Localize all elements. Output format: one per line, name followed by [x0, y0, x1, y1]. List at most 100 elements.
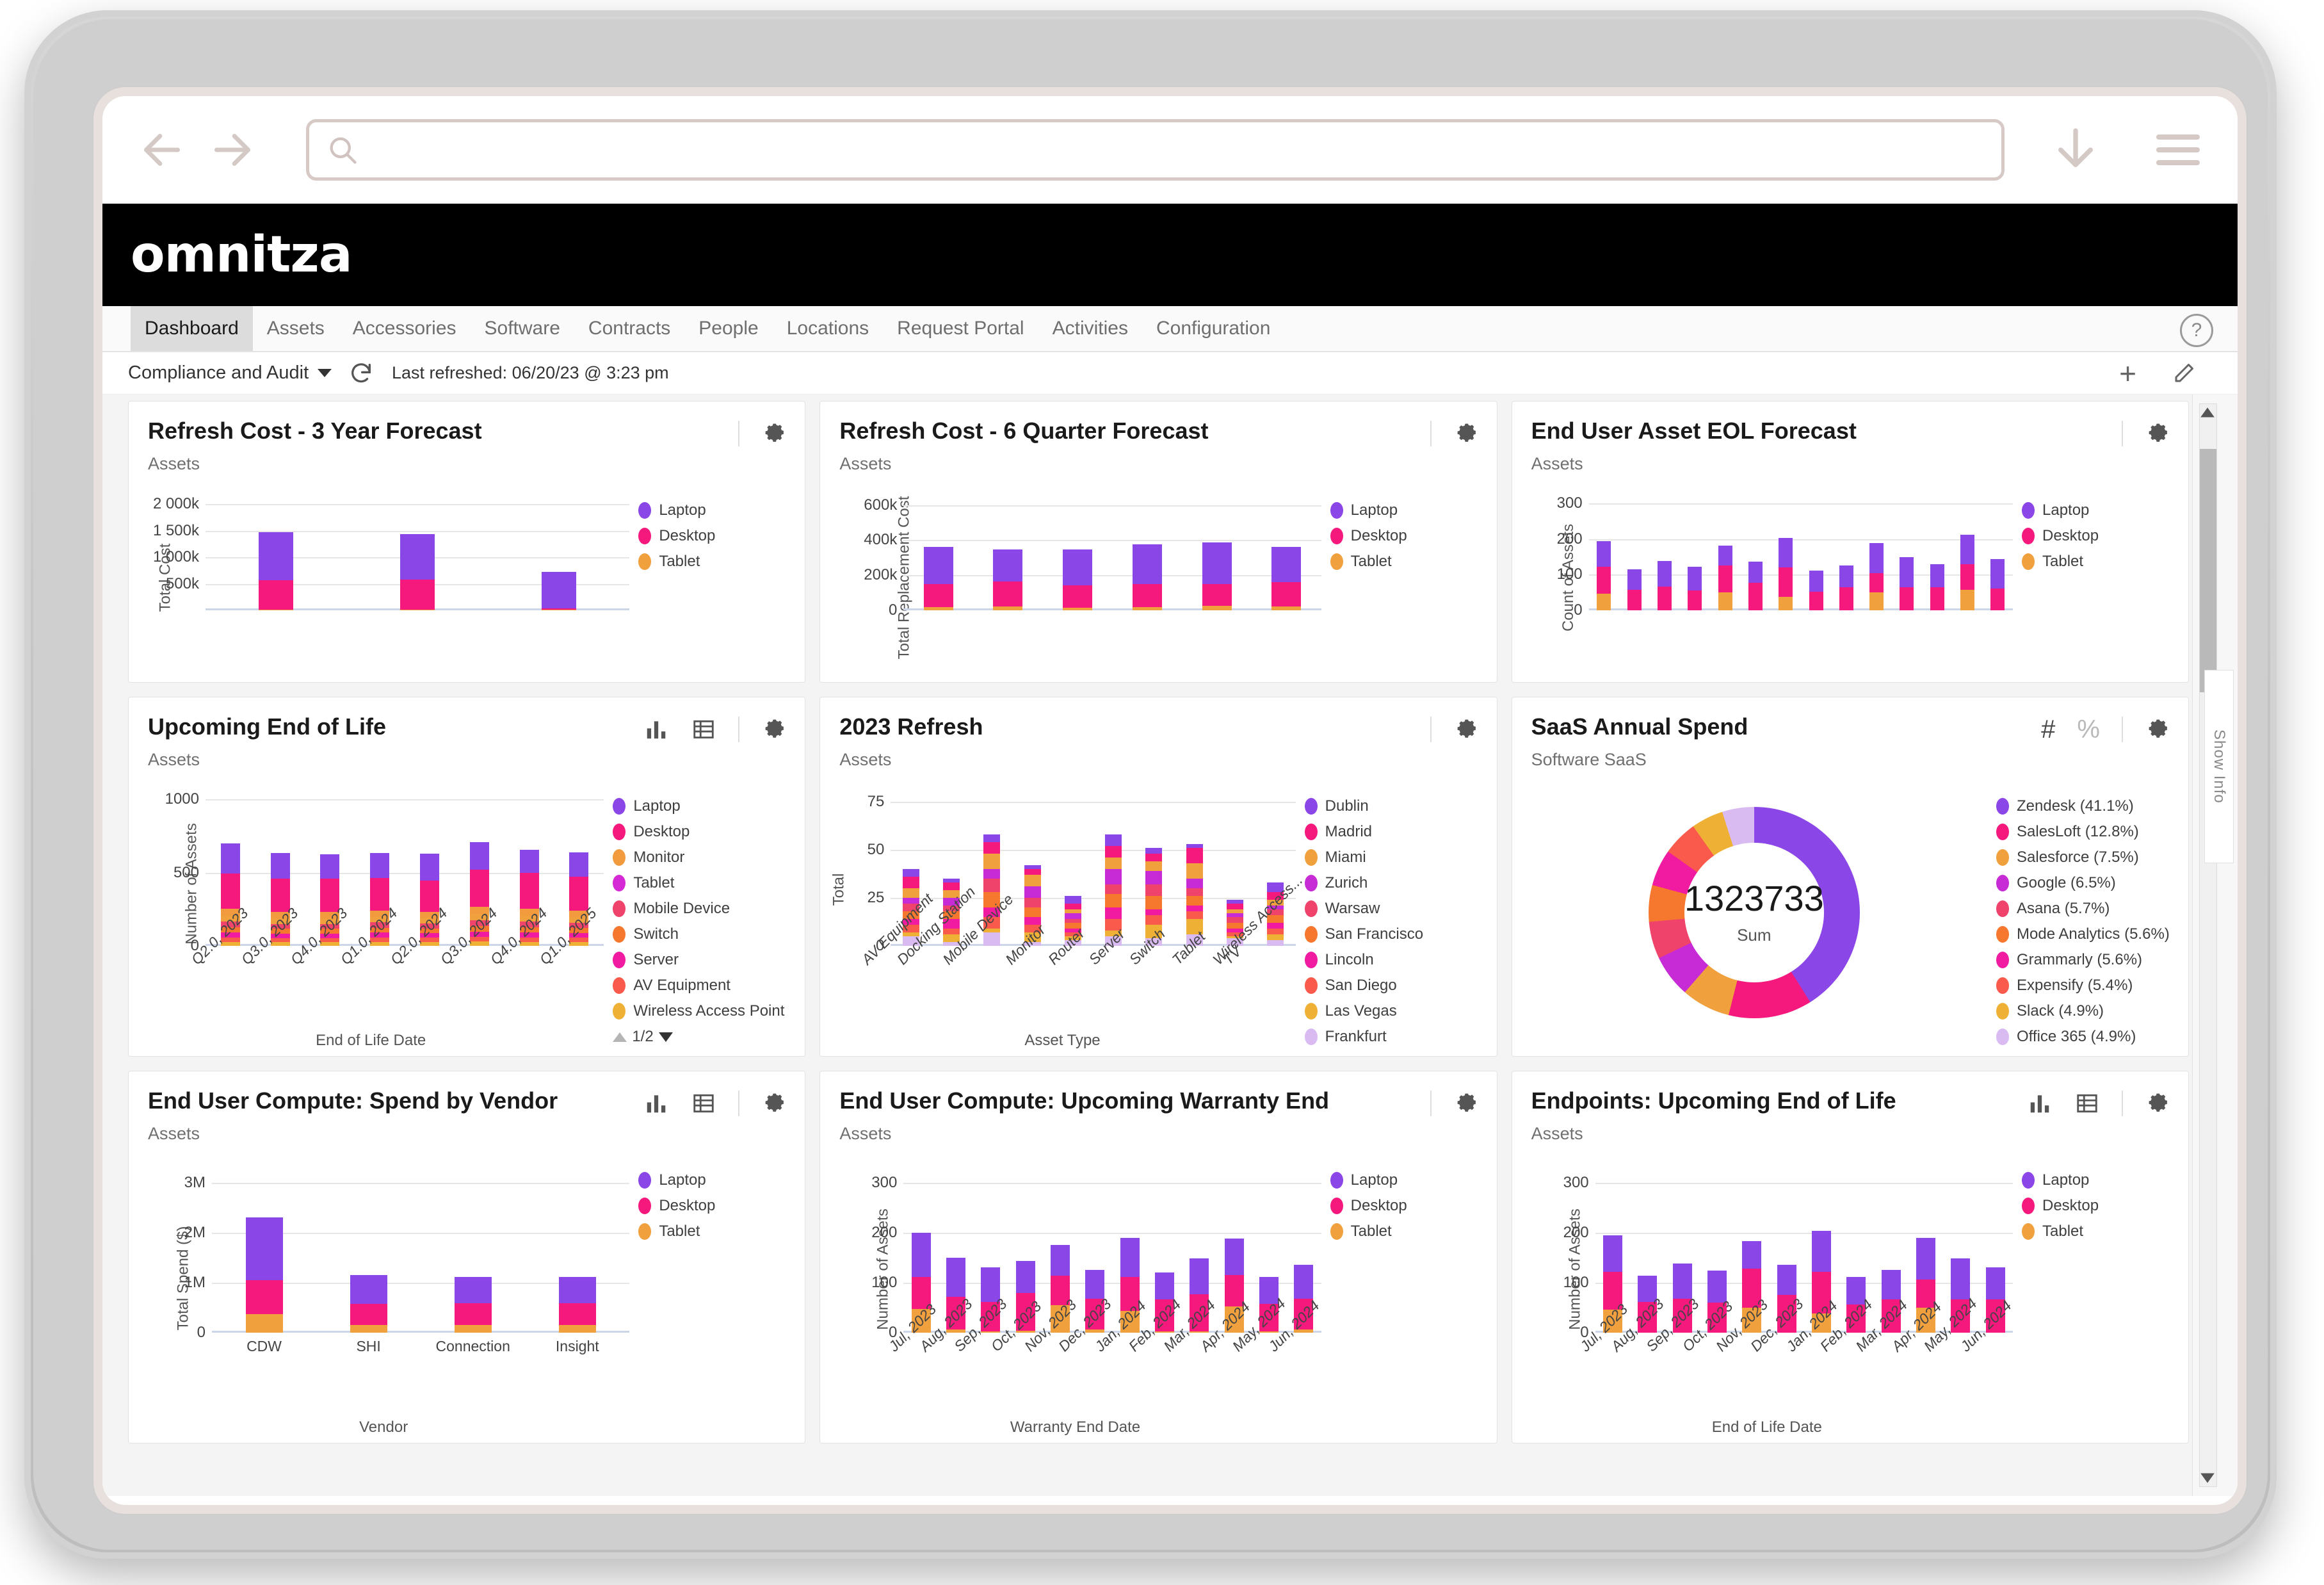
legend-item[interactable]: Madrid	[1304, 823, 1497, 841]
stacked-bar[interactable]	[1202, 542, 1232, 610]
legend-item[interactable]: Desktop	[2022, 1197, 2188, 1215]
stacked-bar[interactable]	[245, 1217, 283, 1333]
legend-item[interactable]: Frankfurt	[1304, 1028, 1497, 1046]
omnitza-logo[interactable]: omnitza	[131, 230, 352, 280]
address-bar[interactable]	[306, 119, 2005, 181]
bar-chart-icon[interactable]	[2027, 1091, 2053, 1116]
stacked-bar[interactable]	[1597, 541, 1611, 610]
legend-item[interactable]: Warsaw	[1304, 900, 1497, 918]
scroll-up-arrow-icon[interactable]	[2199, 405, 2216, 421]
legend-item[interactable]: Laptop	[2022, 1171, 2188, 1189]
legend-item[interactable]: Miami	[1304, 849, 1497, 866]
dashboard-scrollbar-rail[interactable]: Show Info	[2192, 394, 2238, 1496]
download-arrow-icon[interactable]	[2040, 115, 2111, 185]
legend-item[interactable]: Desktop	[1330, 1197, 1497, 1215]
stacked-bar[interactable]	[1627, 569, 1642, 610]
gear-icon[interactable]	[1430, 421, 1478, 446]
legend-item[interactable]: Desktop	[1330, 527, 1497, 545]
tab-dashboard[interactable]: Dashboard	[131, 306, 253, 351]
legend-item[interactable]: Lincoln	[1304, 951, 1497, 969]
tab-software[interactable]: Software	[471, 306, 574, 351]
stacked-bar[interactable]	[1900, 557, 1914, 610]
gear-icon[interactable]	[738, 421, 786, 446]
legend-item[interactable]: Expensify (5.4%)	[1996, 977, 2188, 995]
legend-item[interactable]: Zurich	[1304, 874, 1497, 892]
legend-item[interactable]: Google (6.5%)	[1996, 874, 2188, 892]
gear-icon[interactable]	[738, 717, 786, 742]
table-icon[interactable]	[691, 717, 716, 742]
tab-activities[interactable]: Activities	[1038, 306, 1142, 351]
percent-icon[interactable]: %	[2077, 717, 2100, 742]
pencil-icon[interactable]	[2172, 362, 2195, 385]
tab-contracts[interactable]: Contracts	[574, 306, 684, 351]
gear-icon[interactable]	[1430, 717, 1478, 742]
bar-chart-icon[interactable]	[643, 1091, 669, 1116]
legend-item[interactable]: Mobile Device	[613, 900, 805, 918]
tab-request-portal[interactable]: Request Portal	[883, 306, 1038, 351]
legend-item[interactable]: Laptop	[638, 501, 805, 519]
refresh-icon[interactable]	[348, 361, 374, 386]
legend-item[interactable]: Desktop	[2022, 527, 2188, 545]
legend-item[interactable]: Wireless Access Point	[613, 1002, 805, 1020]
forward-arrow-icon[interactable]	[197, 115, 268, 185]
legend-item[interactable]: Monitor	[613, 849, 805, 866]
legend-item[interactable]: Desktop	[613, 823, 805, 841]
gear-icon[interactable]	[2122, 717, 2169, 742]
legend-item[interactable]: San Diego	[1304, 977, 1497, 995]
legend-pager[interactable]: 1/2	[613, 1028, 805, 1046]
legend-item[interactable]: Dublin	[1304, 797, 1497, 815]
stacked-bar[interactable]	[1960, 535, 1975, 610]
tab-assets[interactable]: Assets	[253, 306, 339, 351]
legend-item[interactable]: Salesforce (7.5%)	[1996, 849, 2188, 866]
stacked-bar[interactable]	[1779, 537, 1793, 610]
table-icon[interactable]	[691, 1091, 716, 1116]
tab-people[interactable]: People	[684, 306, 772, 351]
stacked-bar[interactable]	[541, 572, 576, 610]
legend-item[interactable]: Tablet	[1330, 1223, 1497, 1240]
legend-item[interactable]: Server	[613, 951, 805, 969]
scroll-down-arrow-icon[interactable]	[2199, 1469, 2216, 1486]
legend-item[interactable]: Zendesk (41.1%)	[1996, 797, 2188, 815]
stacked-bar[interactable]	[1839, 565, 1853, 610]
legend-item[interactable]: Grammarly (5.6%)	[1996, 951, 2188, 969]
scrollbar-track[interactable]	[2199, 403, 2217, 1487]
legend-item[interactable]: San Francisco	[1304, 925, 1497, 943]
gear-icon[interactable]	[2122, 421, 2169, 446]
stacked-bar[interactable]	[1063, 549, 1093, 610]
stacked-bar[interactable]	[1718, 546, 1732, 610]
legend-item[interactable]: Desktop	[638, 1197, 805, 1215]
legend-item[interactable]: Tablet	[2022, 1223, 2188, 1240]
legend-item[interactable]: Laptop	[2022, 501, 2188, 519]
legend-item[interactable]: Desktop	[638, 527, 805, 545]
legend-item[interactable]: Tablet	[638, 1223, 805, 1240]
show-info-tab[interactable]: Show Info	[2204, 670, 2234, 863]
stacked-bar[interactable]	[1748, 562, 1763, 610]
tab-configuration[interactable]: Configuration	[1142, 306, 1284, 351]
legend-item[interactable]: Mode Analytics (5.6%)	[1996, 925, 2188, 943]
back-arrow-icon[interactable]	[127, 115, 197, 185]
tab-accessories[interactable]: Accessories	[339, 306, 471, 351]
stacked-bar[interactable]	[923, 546, 953, 610]
stacked-bar[interactable]	[259, 532, 294, 610]
legend-item[interactable]: Tablet	[613, 874, 805, 892]
tab-locations[interactable]: Locations	[773, 306, 883, 351]
hash-icon[interactable]: #	[2041, 717, 2055, 742]
legend-item[interactable]: Tablet	[638, 553, 805, 571]
scrollbar-thumb[interactable]	[2200, 449, 2216, 692]
dashboard-selector[interactable]: Compliance and Audit	[128, 362, 339, 384]
gear-icon[interactable]	[1430, 1091, 1478, 1116]
add-widget-button[interactable]: +	[2119, 359, 2136, 388]
legend-item[interactable]: Asana (5.7%)	[1996, 900, 2188, 918]
stacked-bar[interactable]	[1271, 547, 1302, 610]
stacked-bar[interactable]	[558, 1277, 596, 1333]
legend-item[interactable]: Laptop	[613, 797, 805, 815]
gear-icon[interactable]	[738, 1091, 786, 1116]
stacked-bar[interactable]	[1869, 543, 1884, 610]
help-icon[interactable]: ?	[2180, 314, 2213, 347]
legend-page-down-icon[interactable]	[658, 1032, 673, 1042]
legend-page-up-icon[interactable]	[613, 1032, 627, 1042]
stacked-bar[interactable]	[400, 534, 435, 610]
stacked-bar[interactable]	[454, 1276, 492, 1333]
legend-item[interactable]: AV Equipment	[613, 977, 805, 995]
bar-chart-icon[interactable]	[643, 717, 669, 742]
